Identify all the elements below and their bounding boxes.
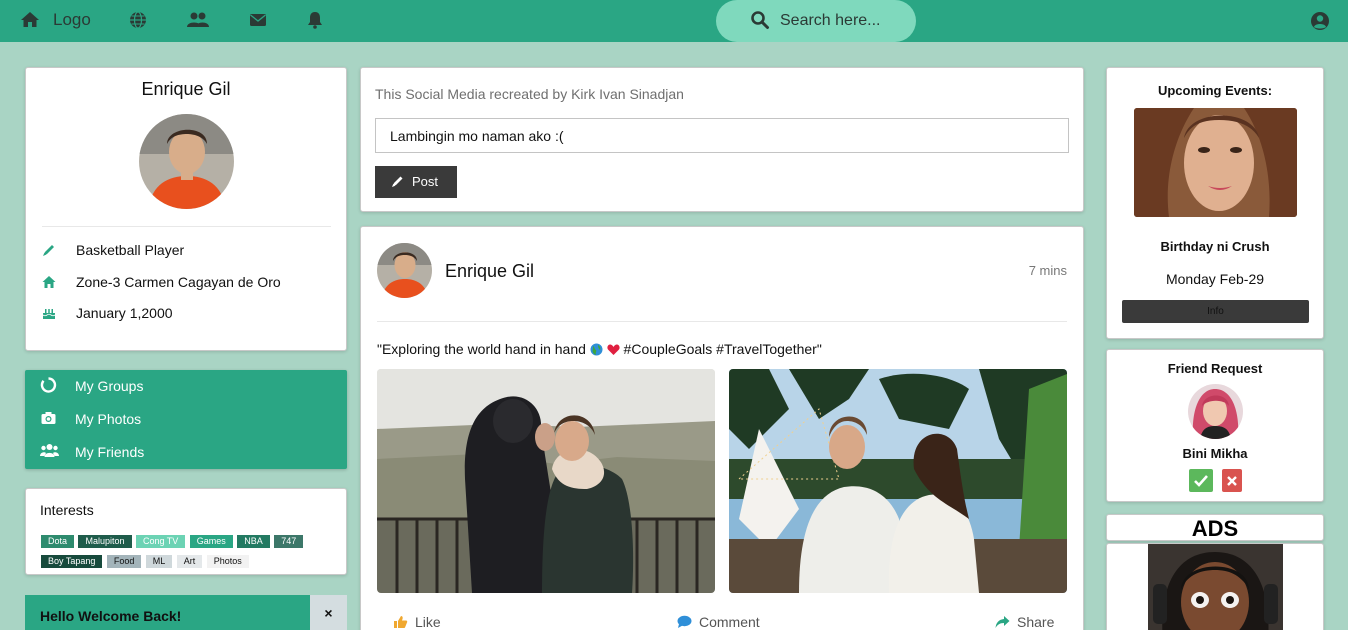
comment-icon xyxy=(677,615,692,628)
comment-button[interactable]: Comment xyxy=(677,613,787,630)
interest-tag[interactable]: ML xyxy=(145,555,173,568)
check-icon xyxy=(1194,475,1208,487)
pencil-icon xyxy=(43,245,54,256)
menu-label: My Photos xyxy=(75,411,142,427)
interests-title: Interests xyxy=(40,502,94,518)
info-button[interactable]: Info xyxy=(1122,300,1309,323)
interest-tag[interactable]: Art xyxy=(176,555,203,568)
menu-label: My Groups xyxy=(75,378,144,394)
globe-emoji-icon xyxy=(590,343,603,356)
logo-text[interactable]: Logo xyxy=(53,10,91,30)
post-button-label: Post xyxy=(412,174,439,189)
post-photo[interactable] xyxy=(377,369,715,593)
menu-item-my-photos[interactable]: My Photos xyxy=(25,403,347,436)
welcome-banner: Hello Welcome Back! × xyxy=(25,595,347,630)
post-author-avatar[interactable] xyxy=(377,243,432,298)
home-icon[interactable] xyxy=(20,10,40,30)
post-timestamp: 7 mins xyxy=(1028,263,1067,278)
caption-text: "Exploring the world hand in hand xyxy=(377,341,590,357)
event-name: Birthday ni Crush xyxy=(1160,239,1270,254)
upcoming-events-card: Upcoming Events: Birthday ni Crush Monda… xyxy=(1106,67,1324,339)
users-icon xyxy=(40,444,59,457)
users-icon[interactable] xyxy=(187,11,209,29)
interest-tag[interactable]: Food xyxy=(106,555,142,568)
birthday-cake-icon xyxy=(42,309,56,319)
interest-tag[interactable]: NBA xyxy=(237,535,270,548)
ad-image[interactable] xyxy=(1148,544,1283,630)
post-caption: "Exploring the world hand in hand #Coupl… xyxy=(377,341,822,357)
profile-address: Zone-3 Carmen Cagayan de Oro xyxy=(42,273,332,293)
friend-name: Bini Mikha xyxy=(1182,446,1248,461)
post-author-name[interactable]: Enrique Gil xyxy=(445,261,534,282)
welcome-text: Hello Welcome Back! xyxy=(40,608,182,624)
bell-icon[interactable] xyxy=(306,11,324,29)
ads-card xyxy=(1106,543,1324,630)
friend-request-card: Friend Request Bini Mikha xyxy=(1106,349,1324,502)
pencil-icon xyxy=(392,176,403,187)
interest-tag[interactable]: Malupiton xyxy=(78,535,132,548)
event-date: Monday Feb-29 xyxy=(1165,271,1265,287)
menu-label: My Friends xyxy=(75,444,145,460)
composer-credit: This Social Media recreated by Kirk Ivan… xyxy=(375,86,684,102)
close-button[interactable]: × xyxy=(310,595,347,630)
comment-label: Comment xyxy=(699,614,760,630)
occupation-text: Basketball Player xyxy=(76,242,185,258)
decline-button[interactable] xyxy=(1222,469,1242,492)
search-box xyxy=(716,0,916,42)
menu-item-my-friends[interactable]: My Friends xyxy=(25,436,347,469)
friend-avatar[interactable] xyxy=(1188,384,1243,439)
circle-notch-icon xyxy=(40,377,57,393)
address-text: Zone-3 Carmen Cagayan de Oro xyxy=(76,274,281,290)
divider xyxy=(42,226,331,227)
share-label: Share xyxy=(1017,614,1055,630)
interest-tag[interactable]: Games xyxy=(189,535,233,548)
events-title: Upcoming Events: xyxy=(1157,83,1273,98)
accept-button[interactable] xyxy=(1189,469,1213,492)
home-icon xyxy=(42,276,56,288)
caption-hashtags: #CoupleGoals #TravelTogether" xyxy=(619,341,822,357)
interest-tag[interactable]: 747 xyxy=(274,535,304,548)
heart-emoji-icon xyxy=(607,344,620,355)
interest-tags: Dota Malupiton Cong TV Games NBA 747 Boy… xyxy=(41,531,341,571)
interest-tag[interactable]: Dota xyxy=(41,535,75,548)
profile-occupation: Basketball Player xyxy=(42,241,332,261)
interest-tag[interactable]: Boy Tapang xyxy=(41,555,103,568)
post-button[interactable]: Post xyxy=(375,166,457,198)
like-label: Like xyxy=(415,614,441,630)
status-input[interactable] xyxy=(375,118,1069,153)
menu-item-my-groups[interactable]: My Groups xyxy=(25,370,347,403)
globe-icon[interactable] xyxy=(129,11,147,29)
envelope-icon[interactable] xyxy=(249,11,267,29)
close-icon xyxy=(1227,476,1237,486)
ads-header: ADS xyxy=(1106,514,1324,541)
share-button[interactable]: Share xyxy=(995,613,1075,630)
profile-birthday: January 1,2000 xyxy=(42,304,332,324)
share-icon xyxy=(995,616,1010,628)
side-menu: My Groups My Photos My Friends xyxy=(25,370,347,469)
thumbs-up-icon xyxy=(394,616,408,628)
ads-title: ADS xyxy=(1191,516,1239,541)
profile-avatar[interactable] xyxy=(139,114,234,209)
interests-card: Interests Dota Malupiton Cong TV Games N… xyxy=(25,488,347,575)
profile-card: Enrique Gil Basketball Player Zone-3 Car… xyxy=(25,67,347,351)
interest-tag[interactable]: Cong TV xyxy=(135,535,186,548)
like-button[interactable]: Like xyxy=(393,613,473,630)
search-input[interactable] xyxy=(780,9,910,33)
profile-name: Enrique Gil xyxy=(141,79,231,99)
divider xyxy=(377,321,1067,322)
birthday-text: January 1,2000 xyxy=(76,305,173,321)
search-icon[interactable] xyxy=(750,10,770,30)
camera-icon xyxy=(41,412,56,424)
friend-request-title: Friend Request xyxy=(1167,361,1263,376)
interest-tag[interactable]: Photos xyxy=(206,555,249,568)
top-navbar: Logo xyxy=(0,0,1348,42)
post-photo[interactable] xyxy=(729,369,1067,593)
feed-post: Enrique Gil 7 mins "Exploring the world … xyxy=(360,226,1084,630)
event-photo[interactable] xyxy=(1134,108,1297,217)
user-circle-icon[interactable] xyxy=(1310,11,1330,31)
post-composer: This Social Media recreated by Kirk Ivan… xyxy=(360,67,1084,212)
